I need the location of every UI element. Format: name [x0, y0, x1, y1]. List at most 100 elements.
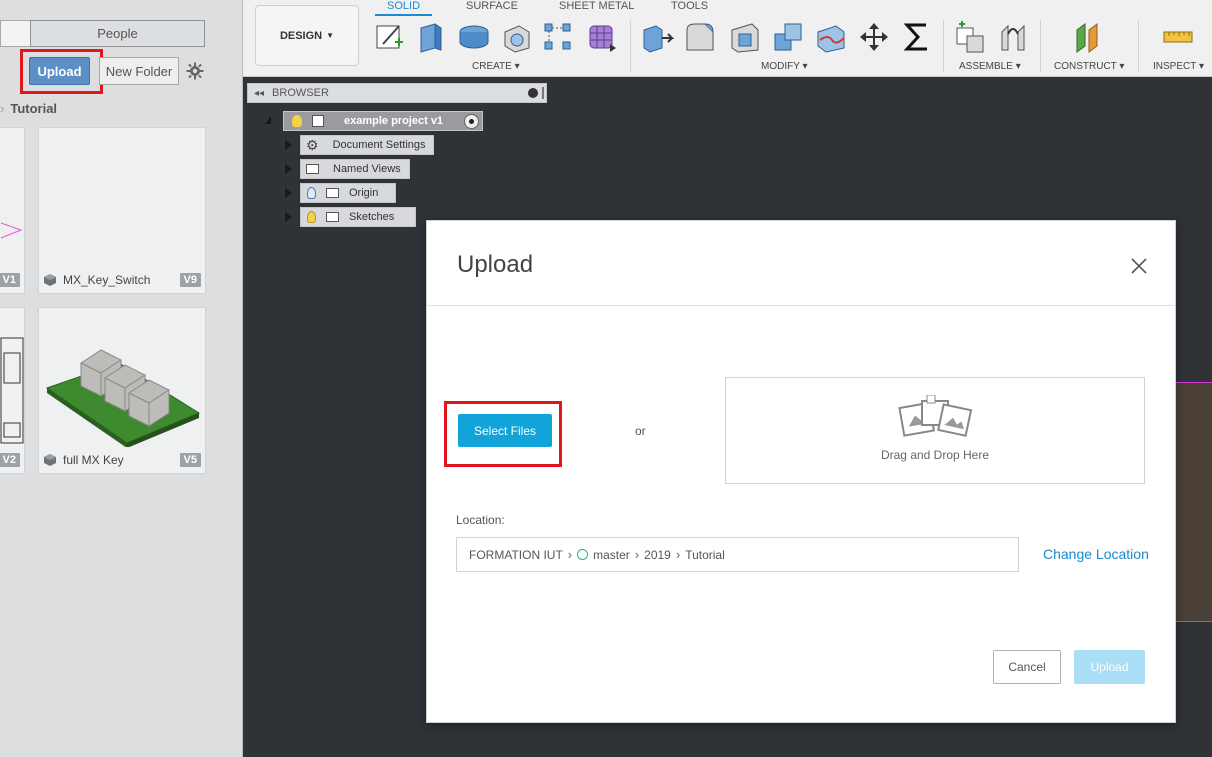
collapse-triangle-icon[interactable] [265, 116, 271, 124]
extrude-icon[interactable] [415, 20, 449, 54]
chevron-right-icon: › [634, 547, 640, 562]
card-title: MX_Key_Switch [63, 273, 151, 287]
browser-item-named-views[interactable]: Named Views [300, 159, 410, 179]
browser-item-sketches[interactable]: Sketches [300, 207, 416, 227]
card-title: full MX Key [63, 453, 124, 467]
location-segment: FORMATION IUT [469, 547, 563, 562]
upload-dialog: Upload Select Files or Drag and Drop Her… [426, 220, 1176, 723]
hole-icon[interactable] [499, 20, 533, 54]
lightbulb-icon[interactable] [307, 187, 316, 199]
pin-icon[interactable] [542, 87, 544, 99]
project-circle-icon [577, 549, 589, 560]
minimize-icon[interactable] [528, 88, 538, 98]
joint-icon[interactable] [996, 20, 1030, 54]
chevron-right-icon: › [675, 547, 681, 562]
collapse-icon[interactable]: ◂◂ [254, 88, 264, 99]
group-create[interactable]: CREATE ▾ [472, 61, 520, 72]
tab-projects[interactable] [0, 20, 30, 47]
gear-icon: ⚙ [306, 136, 319, 153]
component-icon [312, 115, 324, 127]
location-segment: 2019 [644, 547, 671, 562]
measure-icon[interactable] [1161, 20, 1195, 54]
combine-icon[interactable] [771, 20, 805, 54]
version-badge: V2 [0, 453, 20, 467]
design-card[interactable]: V1 [0, 127, 25, 294]
drop-zone-label: Drag and Drop Here [880, 448, 990, 462]
toolbar-separator [1040, 20, 1041, 72]
group-modify[interactable]: MODIFY ▾ [761, 61, 808, 72]
version-badge: V5 [179, 453, 201, 467]
or-separator: or [635, 424, 646, 438]
revolve-icon[interactable] [457, 20, 491, 54]
lightbulb-icon[interactable] [307, 211, 316, 223]
lightbulb-icon[interactable] [292, 115, 302, 127]
replace-face-icon[interactable] [814, 20, 848, 54]
select-files-button[interactable]: Select Files [458, 414, 552, 447]
folder-icon [306, 164, 319, 174]
browser-item-label: Named Views [333, 163, 401, 175]
breadcrumb-current[interactable]: Tutorial [10, 101, 57, 116]
tab-people[interactable]: People [30, 20, 205, 47]
offset-plane-icon[interactable] [1071, 20, 1105, 54]
tab-surface[interactable]: SURFACE [466, 0, 518, 12]
tab-solid[interactable]: SOLID [374, 0, 433, 16]
version-badge: V9 [179, 273, 201, 287]
tab-tools[interactable]: TOOLS [671, 0, 708, 12]
new-component-icon[interactable] [953, 20, 987, 54]
fillet-icon[interactable] [683, 20, 717, 54]
workspace-switcher[interactable]: DESIGN ▼ [255, 5, 359, 66]
move-icon[interactable] [857, 20, 891, 54]
tab-sheet-metal[interactable]: SHEET METAL [559, 0, 634, 12]
new-folder-button[interactable]: New Folder [99, 57, 179, 85]
browser-item-label: Document Settings [332, 139, 426, 151]
location-segment: Tutorial [685, 547, 725, 562]
create-sketch-icon[interactable] [373, 20, 407, 54]
design-card[interactable]: MX_Key_Switch V9 [38, 127, 206, 294]
form-icon[interactable] [586, 20, 620, 54]
activate-radio-icon[interactable] [464, 113, 479, 129]
viewport-model [1174, 382, 1212, 622]
card-footer: MX_Key_Switch [43, 271, 201, 289]
location-path: FORMATION IUT › master › 2019 › Tutorial [456, 537, 1019, 572]
change-location-link[interactable]: Change Location [1043, 546, 1149, 562]
cube-icon [43, 273, 57, 287]
toolbar-separator [1138, 20, 1139, 72]
location-segment: master [593, 547, 630, 562]
gear-icon[interactable] [186, 62, 204, 80]
location-label: Location: [456, 513, 505, 527]
expand-triangle-icon[interactable] [285, 212, 292, 222]
dialog-divider [427, 305, 1175, 306]
workspace-label: DESIGN [279, 29, 323, 42]
browser-header: ◂◂ BROWSER [247, 83, 547, 103]
expand-triangle-icon[interactable] [285, 164, 292, 174]
group-assemble[interactable]: ASSEMBLE ▾ [959, 61, 1021, 72]
panel-upload-button[interactable]: Upload [29, 57, 90, 85]
expand-triangle-icon[interactable] [285, 188, 292, 198]
press-pull-icon[interactable] [640, 20, 675, 54]
images-icon [896, 394, 976, 443]
design-card[interactable]: V2 [0, 307, 25, 474]
card-footer: full MX Key [43, 451, 201, 469]
design-card[interactable]: full MX Key V5 [38, 307, 206, 474]
toolbar-separator [630, 20, 631, 72]
browser-root-item[interactable]: example project v1 [283, 111, 483, 131]
browser-item-document-settings[interactable]: ⚙ Document Settings [300, 135, 434, 155]
chevron-right-icon: › [0, 101, 5, 116]
panel-tab-strip: People [0, 20, 205, 47]
dialog-title: Upload [457, 251, 534, 278]
sigma-icon[interactable] [900, 20, 934, 54]
toolbar-separator [943, 20, 944, 72]
chevron-right-icon: › [567, 547, 573, 562]
expand-triangle-icon[interactable] [285, 140, 292, 150]
cancel-button[interactable]: Cancel [993, 650, 1061, 684]
pattern-icon[interactable] [541, 20, 575, 54]
group-inspect[interactable]: INSPECT ▾ [1153, 61, 1204, 72]
close-icon[interactable] [1127, 254, 1151, 278]
drop-zone[interactable]: Drag and Drop Here [725, 377, 1145, 484]
caret-down-icon: ▼ [326, 31, 335, 40]
upload-button[interactable]: Upload [1074, 650, 1145, 684]
drawing-thumbnail [0, 308, 24, 447]
shell-icon[interactable] [728, 20, 762, 54]
group-construct[interactable]: CONSTRUCT ▾ [1054, 61, 1124, 72]
browser-item-origin[interactable]: Origin [300, 183, 396, 203]
